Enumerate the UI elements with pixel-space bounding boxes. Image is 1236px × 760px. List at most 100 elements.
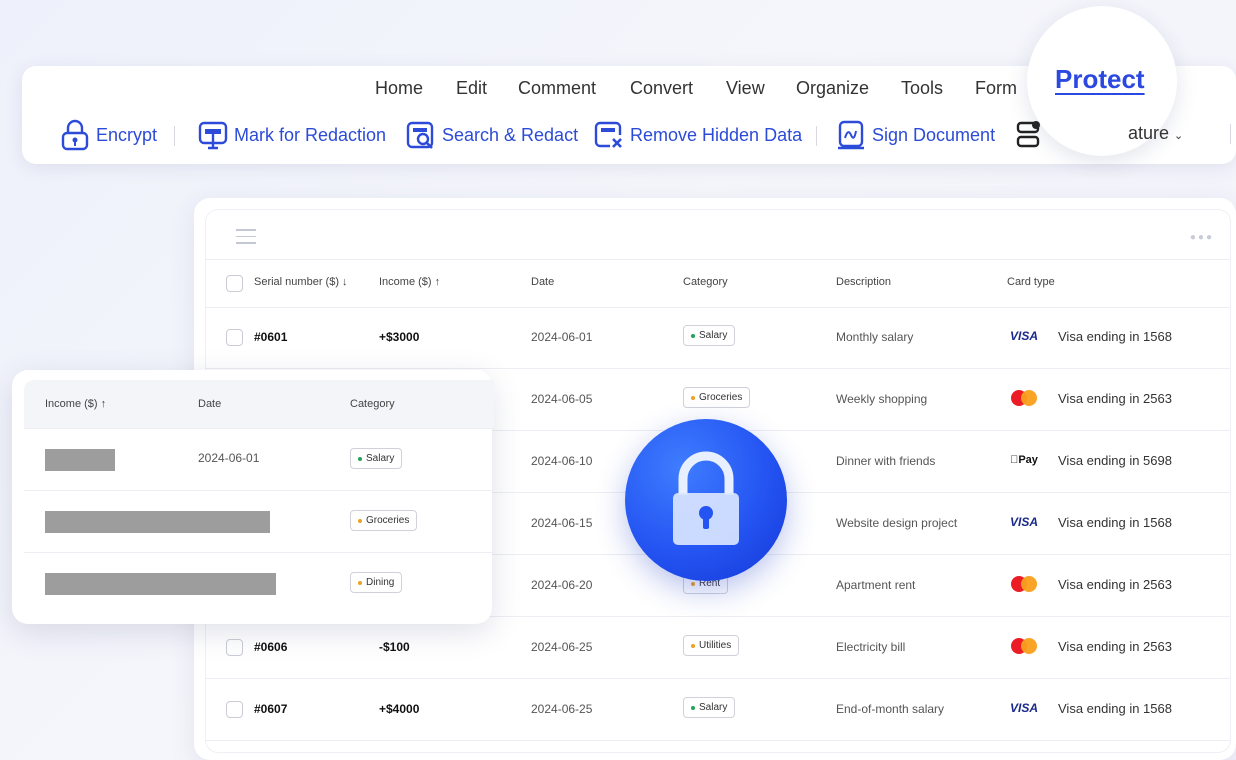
income-value: -$100 xyxy=(379,640,410,654)
visa-logo-icon: VISA xyxy=(1009,701,1038,715)
description-value: Website design project xyxy=(836,516,958,530)
apple-pay-logo-icon: Pay xyxy=(1010,454,1038,466)
redacted-row: Groceries xyxy=(24,490,494,553)
serial-number: #0607 xyxy=(254,702,288,716)
column-description[interactable]: Description xyxy=(836,276,891,288)
status-dot xyxy=(691,705,695,710)
table-row[interactable]: #0606 -$100 2024-06-25 Utilities Electricit… xyxy=(206,616,1230,679)
column-serial-number[interactable]: Serial number ($) ↓ xyxy=(254,276,348,288)
serial-number: #0606 xyxy=(254,640,288,654)
card-logo: VISA xyxy=(1006,510,1042,534)
row-checkbox[interactable] xyxy=(226,701,243,718)
more-options-icon[interactable]: ●●● xyxy=(1190,232,1214,243)
card-logo xyxy=(1006,572,1042,596)
search-redact-button[interactable]: Search & Redact xyxy=(406,118,578,152)
card-type-value: Visa ending in 2563 xyxy=(1058,639,1172,654)
separator xyxy=(816,126,817,146)
separator xyxy=(174,126,175,146)
category-label: Groceries xyxy=(366,515,410,526)
column-date[interactable]: Date xyxy=(531,276,554,288)
category-label: Salary xyxy=(699,330,728,341)
date-value: 2024-06-20 xyxy=(531,578,593,592)
redacted-table-header: Income ($) ↑ Date Category xyxy=(24,380,494,428)
date-value: 2024-06-15 xyxy=(531,516,593,530)
date-value: 2024-06-10 xyxy=(531,454,593,468)
sign-document-button[interactable]: Sign Document xyxy=(836,118,995,152)
chevron-down-icon: ⌄ xyxy=(1174,130,1184,142)
menu-protect[interactable]: Protect xyxy=(1055,64,1145,95)
description-value: Dinner with friends xyxy=(836,454,936,468)
date-value: 2024-06-01 xyxy=(531,330,593,344)
category-label: Groceries xyxy=(699,392,743,403)
encrypt-button[interactable]: Encrypt xyxy=(60,118,157,152)
sort-up-icon: ↑ xyxy=(434,276,441,288)
signature-button[interactable] xyxy=(1016,118,1042,152)
menu-comment[interactable]: Comment xyxy=(518,78,596,99)
status-dot xyxy=(691,581,695,586)
signature-icon xyxy=(1016,121,1040,148)
row-checkbox[interactable] xyxy=(226,639,243,656)
card-type-value: Visa ending in 2563 xyxy=(1058,577,1172,592)
menu-edit[interactable]: Edit xyxy=(456,78,487,99)
column-category[interactable]: Category xyxy=(683,276,728,288)
description-value: Weekly shopping xyxy=(836,392,928,406)
padlock-icon xyxy=(673,451,739,545)
card-type-value: Visa ending in 1568 xyxy=(1058,515,1172,530)
mastercard-logo-icon xyxy=(1011,638,1037,654)
row-checkbox[interactable] xyxy=(226,329,243,346)
category-badge: Salary xyxy=(683,697,736,718)
separator xyxy=(1230,124,1231,144)
menu-home[interactable]: Home xyxy=(375,78,423,99)
card-type-value: Visa ending in 2563 xyxy=(1058,391,1172,406)
menu-convert[interactable]: Convert xyxy=(630,78,693,99)
date-value: 2024-06-25 xyxy=(531,640,593,654)
visa-logo-icon: VISA xyxy=(1009,329,1038,343)
select-all-checkbox[interactable] xyxy=(226,275,243,292)
table-row[interactable]: #0607 +$4000 2024-06-25 Salary End-of-month… xyxy=(206,678,1230,741)
search-redact-icon xyxy=(406,121,434,149)
mastercard-logo-icon xyxy=(1011,576,1037,592)
status-dot xyxy=(691,395,695,400)
card-type-value: Visa ending in 1568 xyxy=(1058,329,1172,344)
mark-for-redaction-label: Mark for Redaction xyxy=(234,124,387,145)
description-value: Electricity bill xyxy=(836,640,906,654)
card-type-value: Visa ending in 5698 xyxy=(1058,453,1172,468)
serial-number: #0601 xyxy=(254,330,288,344)
description-value: End-of-month salary xyxy=(836,702,945,716)
remove-hidden-data-icon xyxy=(594,121,622,148)
column-category: Category xyxy=(350,398,395,410)
income-value: +$3000 xyxy=(379,330,420,344)
menu-tools[interactable]: Tools xyxy=(901,78,943,99)
menu-organize[interactable]: Organize xyxy=(796,78,869,99)
redaction-box xyxy=(45,511,270,533)
card-logo: VISA xyxy=(1006,324,1042,348)
sign-document-label: Sign Document xyxy=(872,124,996,145)
lock-badge xyxy=(625,419,787,581)
signature-label[interactable]: ature ⌄ xyxy=(1128,123,1183,144)
menu-form[interactable]: Form xyxy=(975,78,1017,99)
menu-view[interactable]: View xyxy=(726,78,765,99)
card-logo xyxy=(1006,634,1042,658)
redaction-box xyxy=(45,573,276,595)
category-label: Dining xyxy=(366,577,395,588)
description-value: Monthly salary xyxy=(836,330,914,344)
card-logo: Pay xyxy=(1006,448,1042,472)
category-label: Salary xyxy=(366,453,395,464)
table-row[interactable]: #0601 +$3000 2024-06-01 Salary Monthly sala… xyxy=(206,306,1230,369)
lock-icon xyxy=(61,119,89,151)
remove-hidden-data-label: Remove Hidden Data xyxy=(630,124,803,145)
mark-for-redaction-button[interactable]: Mark for Redaction xyxy=(198,118,386,152)
redacted-row: 2024-06-01 Salary xyxy=(24,428,494,491)
remove-hidden-data-button[interactable]: Remove Hidden Data xyxy=(594,118,802,152)
sort-up-icon: ↑ xyxy=(100,398,107,410)
status-dot xyxy=(358,518,362,523)
column-date: Date xyxy=(198,398,222,410)
mark-redaction-icon xyxy=(198,121,228,150)
column-card-type[interactable]: Card type xyxy=(1007,276,1055,288)
hamburger-menu-icon[interactable] xyxy=(236,224,256,249)
mastercard-logo-icon xyxy=(1011,390,1037,406)
category-label: Salary xyxy=(699,702,728,713)
status-dot xyxy=(691,643,695,648)
category-label: Utilities xyxy=(699,640,732,651)
column-income[interactable]: Income ($) ↑ xyxy=(379,276,440,288)
